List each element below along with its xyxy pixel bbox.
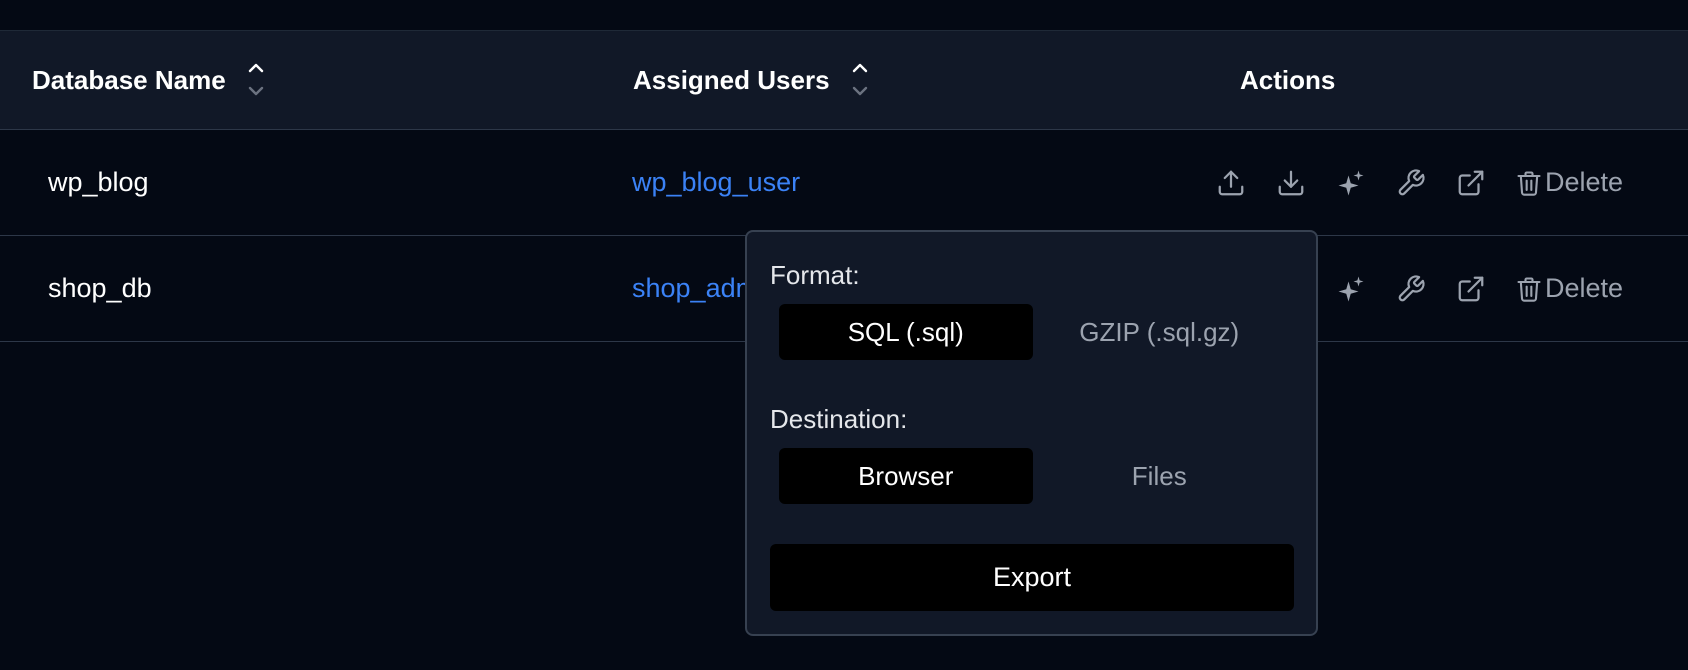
table-header: Database Name Assigned Users Actions — [0, 30, 1688, 130]
database-name: shop_db — [48, 273, 152, 303]
sort-arrows-icon — [852, 63, 867, 96]
sort-toggle-assigned-users[interactable] — [850, 56, 870, 104]
format-selector: SQL (.sql) GZIP (.sql.gz) — [779, 304, 1286, 360]
delete-label: Delete — [1545, 167, 1624, 197]
delete-button[interactable]: Delete — [1515, 273, 1623, 304]
external-link-icon — [1458, 276, 1484, 301]
sparkles-icon — [1338, 170, 1364, 195]
destination-option-files[interactable]: Files — [1033, 448, 1287, 504]
column-header-label: Actions — [1240, 64, 1336, 95]
upload-icon — [1218, 170, 1244, 195]
download-icon — [1278, 170, 1304, 195]
column-header-actions: Actions — [1240, 31, 1335, 129]
optimize-button[interactable] — [1335, 273, 1367, 305]
export-popover: Format: SQL (.sql) GZIP (.sql.gz) Destin… — [745, 230, 1318, 636]
sort-toggle-database-name[interactable] — [246, 56, 266, 104]
assigned-user-link[interactable]: wp_blog_user — [632, 130, 800, 235]
wrench-icon — [1398, 274, 1425, 301]
column-header-label: Assigned Users — [633, 64, 830, 95]
delete-label: Delete — [1545, 273, 1624, 303]
column-header-assigned-users[interactable]: Assigned Users — [633, 31, 870, 129]
format-label: Format: — [770, 260, 860, 290]
destination-selector: Browser Files — [779, 448, 1286, 504]
export-submit-button[interactable]: Export — [770, 544, 1294, 611]
repair-button[interactable] — [1395, 167, 1427, 199]
sparkles-icon — [1338, 276, 1364, 301]
sort-arrows-icon — [248, 63, 263, 96]
row-actions: Delete — [1215, 130, 1623, 235]
format-option-sql[interactable]: SQL (.sql) — [779, 304, 1033, 360]
open-external-button[interactable] — [1455, 167, 1487, 199]
optimize-button[interactable] — [1335, 167, 1367, 199]
format-option-gzip[interactable]: GZIP (.sql.gz) — [1033, 304, 1287, 360]
column-header-database-name[interactable]: Database Name — [32, 31, 266, 129]
wrench-icon — [1398, 168, 1425, 195]
trash-icon — [1517, 170, 1541, 196]
import-button[interactable] — [1215, 167, 1247, 199]
repair-button[interactable] — [1395, 273, 1427, 305]
delete-button[interactable]: Delete — [1515, 167, 1623, 198]
table-row: wp_blog wp_blog_user Delete — [0, 130, 1688, 236]
open-external-button[interactable] — [1455, 273, 1487, 305]
trash-icon — [1517, 276, 1541, 302]
destination-option-browser[interactable]: Browser — [779, 448, 1033, 504]
database-name: wp_blog — [48, 167, 149, 197]
export-button[interactable] — [1275, 167, 1307, 199]
external-link-icon — [1458, 170, 1484, 195]
destination-label: Destination: — [770, 404, 908, 434]
column-header-label: Database Name — [32, 64, 226, 95]
